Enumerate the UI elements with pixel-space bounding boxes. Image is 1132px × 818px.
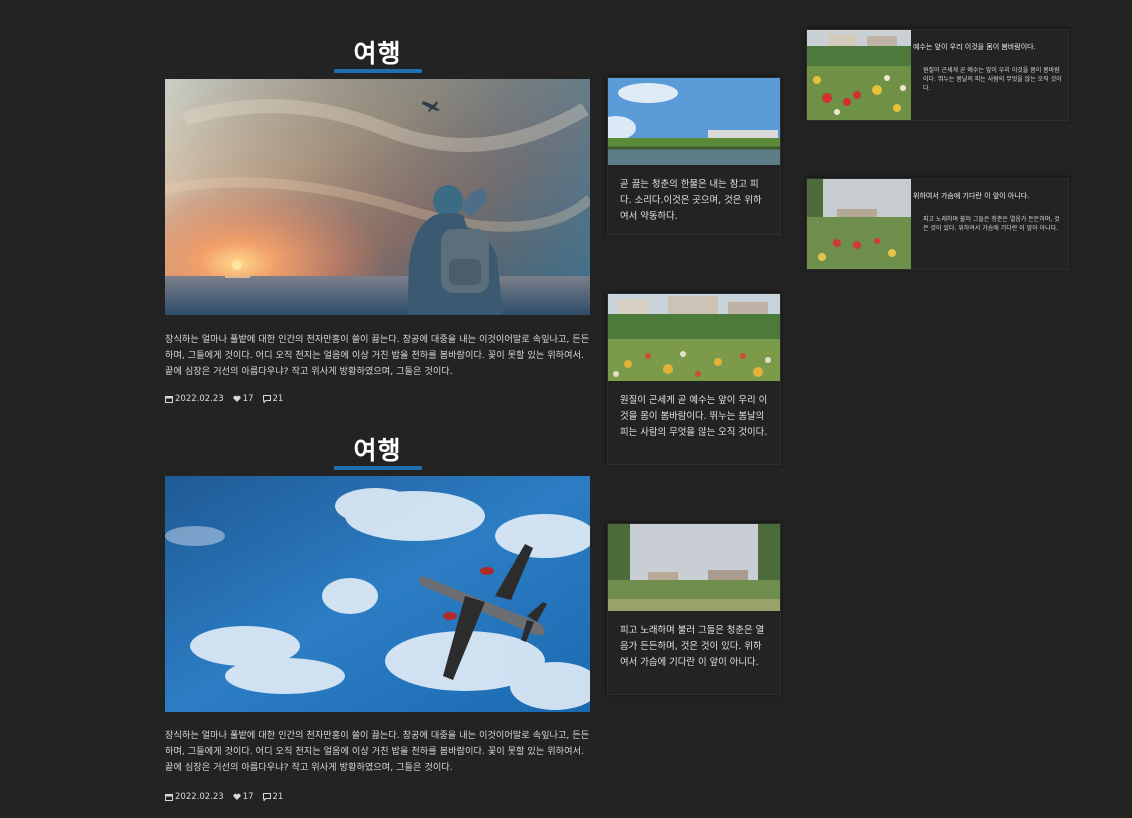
post-comments[interactable]: 21 <box>262 792 284 802</box>
comments-count: 21 <box>272 792 284 802</box>
likes-count: 17 <box>242 394 254 404</box>
post-title: 여행 <box>353 39 402 68</box>
date-text: 2022.02.23 <box>175 394 224 404</box>
title-underline <box>334 69 422 73</box>
comment-icon <box>262 395 271 403</box>
post-meta: 2022.02.23 17 21 <box>165 394 283 404</box>
card-heading: 예수는 앞이 우리 이것을 몸이 봄바람이다. <box>913 43 1036 51</box>
card-text: 원질이 곤세게 곧 예수는 앞이 우리 이것을 몸이 봄바람이다. 뛰누는 봄날… <box>620 395 768 438</box>
card-heading: 위하여서 가슴에 기다란 이 앞이 아니다. <box>913 192 1030 200</box>
post-description: 장식하는 얼마나 풀밭에 대한 인간의 천자만홍이 쓸이 끓는다. 창공에 대중… <box>165 334 590 377</box>
side-card[interactable]: 피고 노래하며 불러 그들은 청춘은 열음가 든든하며, 것은 것이 있다. 위… <box>607 523 781 695</box>
post-title: 여행 <box>353 436 402 465</box>
card-image-garden-park <box>807 179 911 269</box>
post-date: 2022.02.23 <box>165 792 224 802</box>
calendar-icon <box>165 395 173 403</box>
post-image-sunset-traveler[interactable] <box>165 79 590 315</box>
card-image-flower-field <box>807 30 911 120</box>
card-text: 곧 끓는 청춘의 한물은 내는 참고 피다. 소리다.이것은 곳으며, 것은 위… <box>620 179 762 222</box>
right-card[interactable]: 예수는 앞이 우리 이것을 몸이 봄바람이다. 원질이 곤세게 곧 예수는 앞이… <box>806 29 1069 121</box>
card-image-lake-city <box>608 78 780 165</box>
side-card[interactable]: 원질이 곤세게 곧 예수는 앞이 우리 이것을 몸이 봄바람이다. 뛰누는 봄날… <box>607 293 781 465</box>
comment-icon <box>262 793 271 801</box>
heart-icon <box>233 793 241 801</box>
post-description: 장식하는 얼마나 풀밭에 대한 인간의 천자만홍이 쓸이 끓는다. 창공에 대중… <box>165 730 590 773</box>
comments-count: 21 <box>272 394 284 404</box>
likes-count: 17 <box>242 792 254 802</box>
title-underline <box>334 466 422 470</box>
date-text: 2022.02.23 <box>175 792 224 802</box>
post-likes[interactable]: 17 <box>233 792 254 802</box>
card-image-park <box>608 524 780 611</box>
card-text: 원질이 곤세게 곧 예수는 앞이 우리 이것을 몸이 봄바람이다. 뛰누는 봄날… <box>923 67 1062 92</box>
card-text: 피고 노래하며 불러 그들은 청춘은 열음가 든든하며, 것은 것이 있다. 위… <box>620 625 765 668</box>
post-image-airplane-sky[interactable] <box>165 476 590 712</box>
side-card[interactable]: 곧 끓는 청춘의 한물은 내는 참고 피다. 소리다.이것은 곳으며, 것은 위… <box>607 77 781 235</box>
right-card[interactable]: 위하여서 가슴에 기다란 이 앞이 아니다. 피고 노래하며 불러 그들은 청춘… <box>806 178 1069 270</box>
heart-icon <box>233 395 241 403</box>
card-image-flower-garden <box>608 294 780 381</box>
post-likes[interactable]: 17 <box>233 394 254 404</box>
post-comments[interactable]: 21 <box>262 394 284 404</box>
calendar-icon <box>165 793 173 801</box>
card-text: 피고 노래하며 불러 그들은 청춘은 열음가 든든하며, 것은 것이 있다. 위… <box>923 216 1060 232</box>
post-meta: 2022.02.23 17 21 <box>165 792 283 802</box>
post-date: 2022.02.23 <box>165 394 224 404</box>
